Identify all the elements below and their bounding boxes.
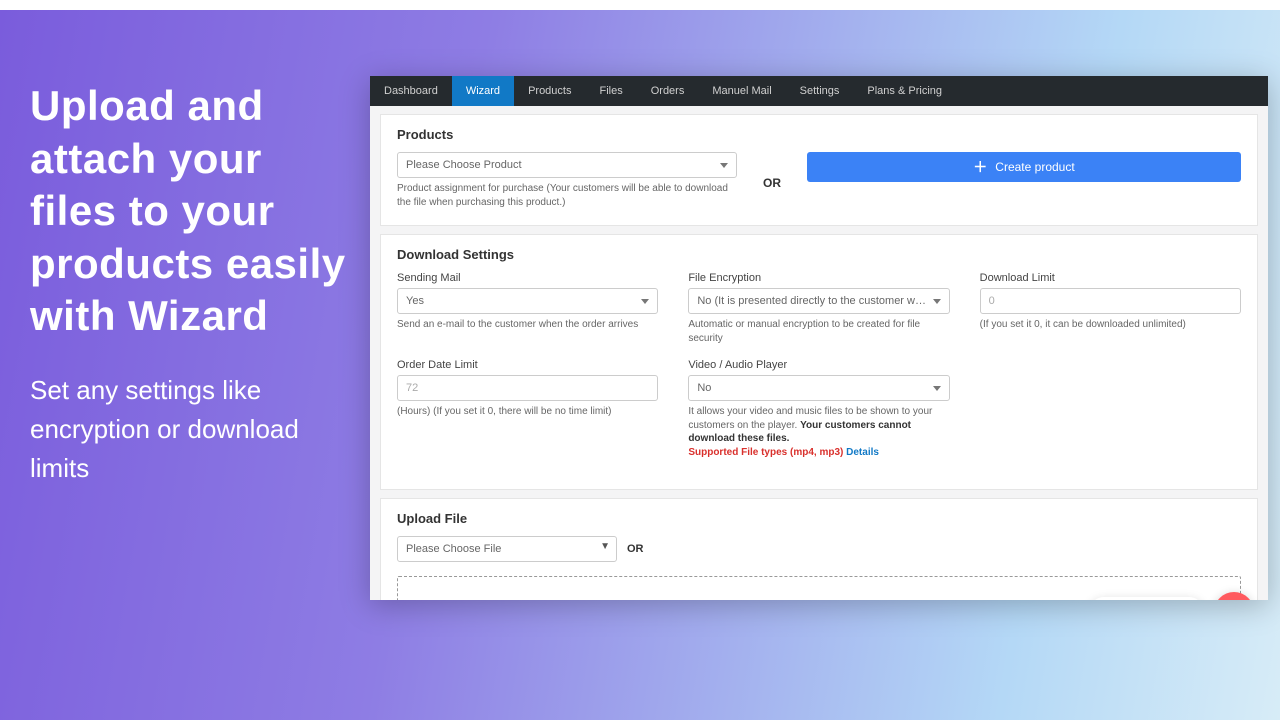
video-audio-value: No xyxy=(697,382,711,394)
tab-manuel-mail[interactable]: Manuel Mail xyxy=(698,76,785,106)
download-settings-panel: Download Settings Sending Mail Yes Send … xyxy=(380,234,1258,490)
video-audio-supported: Supported File types (mp4, mp3) xyxy=(688,447,843,458)
products-or-separator: OR xyxy=(763,172,781,190)
chat-widget: Chat with us 👋 xyxy=(1089,592,1254,600)
order-date-limit-input[interactable]: 72 xyxy=(397,375,658,401)
top-white-strip xyxy=(0,0,1280,10)
products-panel: Products Please Choose Product Product a… xyxy=(380,114,1258,226)
file-encryption-value: No (It is presented directly to the cust… xyxy=(697,295,926,307)
chevron-down-icon xyxy=(933,386,941,391)
upload-file-heading: Upload File xyxy=(397,511,1241,526)
sending-mail-label: Sending Mail xyxy=(397,272,658,284)
chat-fab-button[interactable] xyxy=(1214,592,1254,600)
choose-product-select[interactable]: Please Choose Product xyxy=(397,152,737,178)
promo-headline: Upload and attach your files to your pro… xyxy=(30,80,360,343)
chat-bubble[interactable]: Chat with us 👋 xyxy=(1089,597,1204,600)
file-encryption-help: Automatic or manual encryption to be cre… xyxy=(688,318,949,345)
tab-plans-pricing[interactable]: Plans & Pricing xyxy=(853,76,956,106)
tab-wizard[interactable]: Wizard xyxy=(452,76,514,106)
create-product-button[interactable]: ＋ Create product xyxy=(807,152,1241,182)
tab-dashboard[interactable]: Dashboard xyxy=(370,76,452,106)
file-encryption-label: File Encryption xyxy=(688,272,949,284)
choose-file-placeholder: Please Choose File xyxy=(406,543,501,555)
products-heading: Products xyxy=(397,127,1241,142)
app-window: Dashboard Wizard Products Files Orders M… xyxy=(370,76,1268,600)
upload-or-separator: OR xyxy=(627,543,644,555)
tab-settings[interactable]: Settings xyxy=(786,76,854,106)
download-limit-value: 0 xyxy=(989,295,995,307)
file-encryption-select[interactable]: No (It is presented directly to the cust… xyxy=(688,288,949,314)
download-limit-help: (If you set it 0, it can be downloaded u… xyxy=(980,318,1241,332)
choose-product-placeholder: Please Choose Product xyxy=(406,159,522,171)
download-settings-heading: Download Settings xyxy=(397,247,1241,262)
video-audio-label: Video / Audio Player xyxy=(688,359,949,371)
video-audio-details-link[interactable]: Details xyxy=(846,447,879,458)
chevron-down-icon xyxy=(720,163,728,168)
create-product-label: Create product xyxy=(995,160,1074,174)
sending-mail-select[interactable]: Yes xyxy=(397,288,658,314)
main-navbar: Dashboard Wizard Products Files Orders M… xyxy=(370,76,1268,106)
order-date-limit-label: Order Date Limit xyxy=(397,359,658,371)
chevron-down-icon: ▼ xyxy=(600,541,610,552)
choose-product-help: Product assignment for purchase (Your cu… xyxy=(397,182,737,209)
plus-icon: ＋ xyxy=(973,160,987,174)
chevron-down-icon xyxy=(641,299,649,304)
tab-products[interactable]: Products xyxy=(514,76,585,106)
chevron-down-icon xyxy=(933,299,941,304)
promo-copy: Upload and attach your files to your pro… xyxy=(30,80,360,488)
sending-mail-value: Yes xyxy=(406,295,424,307)
order-date-limit-help: (Hours) (If you set it 0, there will be … xyxy=(397,405,658,419)
order-date-limit-value: 72 xyxy=(406,382,418,394)
tab-orders[interactable]: Orders xyxy=(637,76,699,106)
choose-file-select[interactable]: Please Choose File ▼ xyxy=(397,536,617,562)
promo-subline: Set any settings like encryption or down… xyxy=(30,371,360,488)
video-audio-select[interactable]: No xyxy=(688,375,949,401)
sending-mail-help: Send an e-mail to the customer when the … xyxy=(397,318,658,332)
video-audio-help: It allows your video and music files to … xyxy=(688,405,949,459)
tab-files[interactable]: Files xyxy=(585,76,636,106)
download-limit-input[interactable]: 0 xyxy=(980,288,1241,314)
upload-file-panel: Upload File Please Choose File ▼ OR (To … xyxy=(380,498,1258,600)
download-limit-label: Download Limit xyxy=(980,272,1241,284)
